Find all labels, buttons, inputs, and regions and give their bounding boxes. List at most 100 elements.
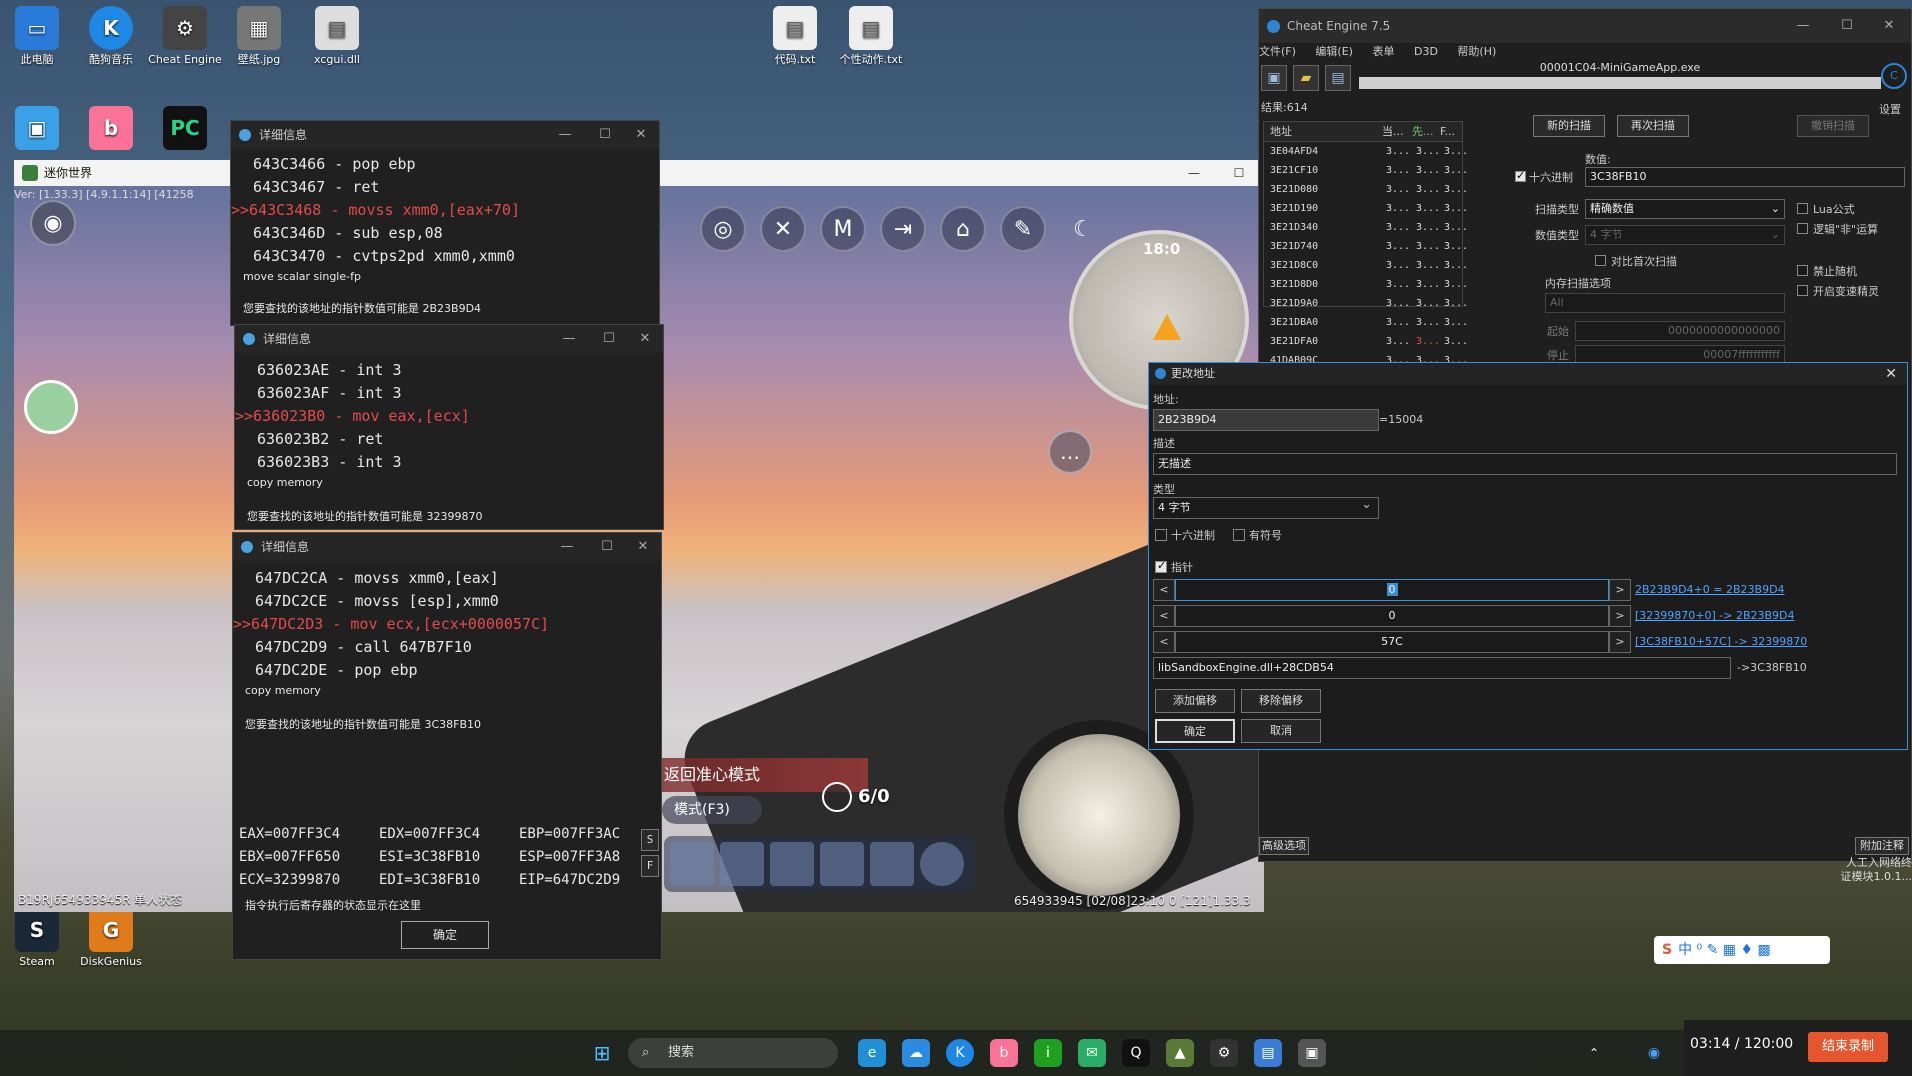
desktop-icon-actions-txt[interactable]: ▤ 个性动作.txt	[834, 6, 908, 67]
select-process-icon[interactable]: ▣	[1261, 65, 1287, 91]
desktop-icon-code-txt[interactable]: ▤ 代码.txt	[758, 6, 832, 67]
maximize-icon[interactable]: ☐	[585, 121, 625, 149]
register-ebp[interactable]: EBP=007FF3AC	[519, 823, 659, 846]
register-esi[interactable]: ESI=3C38FB10	[379, 846, 519, 869]
table-row[interactable]: 3E21D9A0 3... 3... 3...	[1264, 294, 1468, 313]
edit-icon[interactable]: ✎	[1000, 206, 1046, 252]
speedhack-checkbox[interactable]	[1797, 285, 1808, 296]
qq-icon[interactable]: Q	[1122, 1039, 1150, 1067]
value-type-select[interactable]: 4 字节 ⌄	[1585, 225, 1785, 245]
scan-value-input[interactable]: 3C38FB10	[1585, 167, 1905, 187]
register-eax[interactable]: EAX=007FF3C4	[239, 823, 379, 846]
maximize-icon[interactable]: ☐	[587, 533, 627, 561]
settings-button[interactable]: 设置	[1879, 101, 1901, 117]
register-ebx[interactable]: EBX=007FF650	[239, 846, 379, 869]
save-icon[interactable]: ▤	[1325, 65, 1351, 91]
cheat-engine-logo-icon[interactable]: C	[1881, 63, 1907, 89]
close-icon[interactable]: ✕	[625, 325, 665, 353]
detail-title-bar[interactable]: 详细信息 — ☐ ✕	[231, 121, 659, 149]
desktop-icon-diskgenius[interactable]: G DiskGenius	[74, 908, 148, 969]
desktop-icon-pycharm[interactable]: PC	[148, 106, 222, 153]
close-icon[interactable]: ✕	[1885, 363, 1897, 385]
new-scan-button[interactable]: 新的扫描	[1533, 115, 1605, 137]
description-input[interactable]: 无描述	[1153, 453, 1897, 475]
wechat-icon[interactable]: ✉	[1078, 1039, 1106, 1067]
home-icon[interactable]: ⌂	[940, 206, 986, 252]
table-row[interactable]: 3E21DBA0 3... 3... 3...	[1264, 313, 1468, 332]
maximize-icon[interactable]: ☐	[1825, 9, 1869, 43]
hotbar-slot[interactable]	[770, 842, 814, 886]
memory-region-select[interactable]: All	[1545, 293, 1785, 313]
taskbar-search[interactable]: ⌕ 搜索	[628, 1038, 838, 1068]
offset-increase-icon[interactable]: >	[1609, 605, 1631, 627]
ok-button[interactable]: 确定	[1155, 719, 1235, 743]
mode-toggle-button[interactable]: 模式(F3)	[662, 796, 762, 824]
hex-checkbox[interactable]	[1515, 169, 1526, 182]
minimize-icon[interactable]: —	[549, 325, 589, 353]
lua-checkbox[interactable]	[1797, 203, 1808, 214]
edge-icon[interactable]: e	[858, 1039, 886, 1067]
table-row[interactable]: 3E21D8D0 3... 3... 3...	[1264, 275, 1468, 294]
chevron-up-icon[interactable]: ⌃	[1580, 1039, 1608, 1067]
col-previous[interactable]: 先...	[1412, 122, 1434, 142]
table-row[interactable]: 3E21D190 3... 3... 3...	[1264, 199, 1468, 218]
desktop-icon-steam[interactable]: S Steam	[0, 908, 74, 969]
table-row[interactable]: 3E21DFA0 3... 3... 3...	[1264, 332, 1468, 351]
tools-icon[interactable]: ✕	[760, 206, 806, 252]
close-icon[interactable]: ✕	[621, 121, 661, 149]
desktop-icon-wallpaper[interactable]: ▦ 壁纸.jpg	[222, 6, 296, 67]
minimize-icon[interactable]: —	[545, 121, 585, 149]
cloud-icon[interactable]: ☁	[902, 1039, 930, 1067]
minimize-icon[interactable]: —	[1174, 160, 1214, 186]
ime-toolbar[interactable]: S 中 ⁰ ✎ ▦ ♦ ▩	[1654, 936, 1830, 964]
no-random-checkbox[interactable]	[1797, 265, 1808, 276]
maximize-icon[interactable]: ☐	[1219, 160, 1259, 186]
open-file-icon[interactable]: ▰	[1293, 65, 1319, 91]
backpack-icon[interactable]: M	[820, 206, 866, 252]
menu-edit[interactable]: 编辑(E)	[1315, 45, 1353, 58]
table-row[interactable]: 3E21CF10 3... 3... 3...	[1264, 161, 1468, 180]
col-current[interactable]: 当...	[1382, 122, 1404, 142]
avatar[interactable]	[24, 380, 78, 434]
menu-d3d[interactable]: D3D	[1414, 45, 1438, 58]
register-edx[interactable]: EDX=007FF3C4	[379, 823, 519, 846]
detail-window-3[interactable]: 详细信息 — ☐ ✕ 647DC2CA - movss xmm0,[eax] 6…	[232, 532, 662, 960]
scan-type-select[interactable]: 精确数值 ⌄	[1585, 199, 1785, 219]
bilibili-icon[interactable]: b	[990, 1039, 1018, 1067]
exit-icon[interactable]: ⇥	[880, 206, 926, 252]
camera-icon[interactable]: ◎	[700, 206, 746, 252]
signed-checkbox[interactable]	[1233, 529, 1245, 541]
scan-results-list[interactable]: 地址 当... 先... F... 3E04AFD4 3... 3... 3... 3E…	[1263, 121, 1468, 366]
kugou-icon[interactable]: K	[946, 1039, 974, 1067]
remove-offset-button[interactable]: 移除偏移	[1241, 689, 1321, 713]
chat-icon[interactable]: …	[1048, 430, 1092, 474]
ce-title-bar[interactable]: Cheat Engine 7.5 — ☐ ✕	[1259, 9, 1911, 43]
undo-scan-button[interactable]: 撤销扫描	[1797, 115, 1869, 137]
offset-decrease-icon[interactable]: <	[1153, 605, 1175, 627]
compare-first-checkbox[interactable]	[1595, 255, 1606, 266]
start-address-input[interactable]: 0000000000000000	[1575, 321, 1785, 341]
menu-table[interactable]: 表单	[1372, 45, 1394, 58]
iqiyi-icon[interactable]: i	[1034, 1039, 1062, 1067]
table-row[interactable]: 3E21D080 3... 3... 3...	[1264, 180, 1468, 199]
register-esp[interactable]: ESP=007FF3A8	[519, 846, 659, 869]
hex-checkbox[interactable]	[1155, 529, 1167, 541]
desktop-icon-bilibili[interactable]: b	[74, 106, 148, 153]
tool-icon[interactable]: ▣	[1298, 1039, 1326, 1067]
register-ecx[interactable]: ECX=32399870	[239, 869, 379, 892]
desktop-icon-xcgui[interactable]: ▤ xcgui.dll	[300, 6, 374, 67]
next-scan-button[interactable]: 再次扫描	[1617, 115, 1689, 137]
offset-decrease-icon[interactable]: <	[1153, 579, 1175, 601]
minimize-icon[interactable]: —	[1781, 9, 1825, 43]
register-edi[interactable]: EDI=3C38FB10	[379, 869, 519, 892]
desktop-icon-kugou[interactable]: K 酷狗音乐	[74, 6, 148, 67]
offset-decrease-icon[interactable]: <	[1153, 631, 1175, 653]
desktop-icon-app-a[interactable]: ▣	[0, 106, 74, 153]
menu-help[interactable]: 帮助(H)	[1457, 45, 1496, 58]
address-input[interactable]: 2B23B9D4	[1153, 409, 1379, 431]
eye-icon[interactable]: ◉	[30, 200, 76, 246]
hotbar-slot[interactable]	[820, 842, 864, 886]
detail-window-2[interactable]: 详细信息 — ☐ ✕ 636023AE - int 3 636023AF - i…	[234, 324, 664, 530]
close-icon[interactable]: ✕	[623, 533, 663, 561]
offset-increase-icon[interactable]: >	[1609, 579, 1631, 601]
